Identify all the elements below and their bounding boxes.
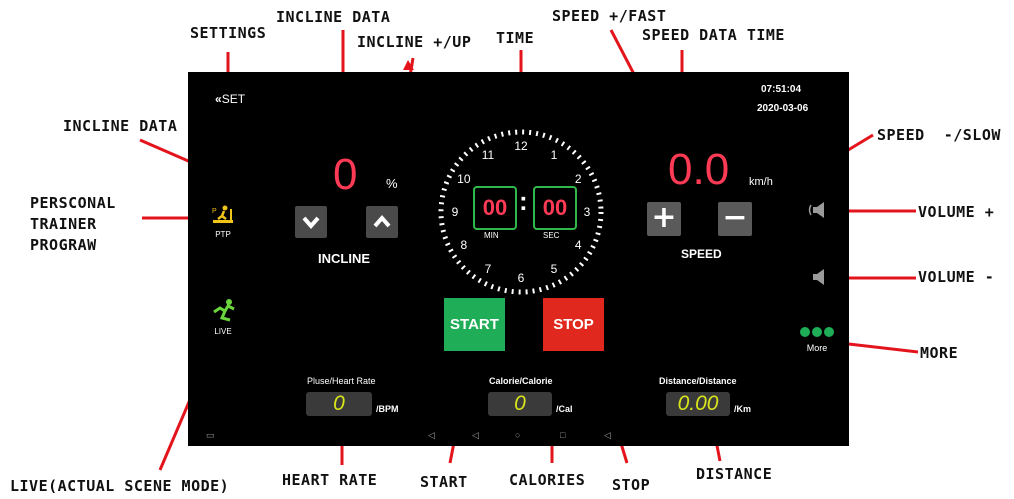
personal-trainer-line-1: PERSCONAL bbox=[30, 194, 116, 212]
volume-down-button[interactable] bbox=[808, 268, 830, 291]
live-mode-annotation: LIVE(ACTUAL SCENE MODE) bbox=[10, 477, 230, 495]
stop-button[interactable]: STOP bbox=[543, 298, 604, 351]
screenshot-icon[interactable]: ▭ bbox=[206, 430, 215, 441]
dial-number: 4 bbox=[575, 238, 582, 252]
distance-value: 0.00 bbox=[666, 392, 730, 416]
heart-rate-value: 0 bbox=[306, 392, 372, 416]
live-button[interactable]: LIVE bbox=[206, 298, 240, 336]
double-chevron-left-icon: « bbox=[215, 92, 222, 106]
settings-annotation: SETTINGS bbox=[190, 24, 267, 42]
volume-plus-annotation: VOLUME + bbox=[918, 203, 995, 221]
more-label: More bbox=[806, 343, 828, 353]
dial-number: 12 bbox=[514, 139, 528, 153]
speaker-loud-icon bbox=[808, 202, 824, 218]
incline-up-button[interactable] bbox=[366, 206, 398, 238]
speed-fast-annotation: SPEED +/FAST bbox=[552, 7, 667, 25]
clock-time: 07:51:04 bbox=[761, 84, 802, 95]
personal-trainer-line-3: PROGRAW bbox=[30, 236, 97, 254]
speed-minus-button[interactable]: − bbox=[718, 202, 752, 236]
speed-label: SPEED bbox=[681, 247, 722, 261]
dial-number: 10 bbox=[457, 172, 471, 186]
back-icon[interactable]: ◁ bbox=[472, 430, 479, 441]
heart-rate-unit: /BPM bbox=[376, 404, 399, 414]
dial-number: 8 bbox=[460, 238, 467, 252]
seconds-display: 00 bbox=[533, 186, 577, 230]
incline-data-annotation-top: INCLINE DATA bbox=[276, 8, 391, 26]
volume-icon[interactable]: ◁ bbox=[604, 430, 611, 441]
incline-down-button[interactable] bbox=[295, 206, 327, 238]
time-annotation: TIME bbox=[496, 29, 535, 47]
speed-plus-button[interactable]: + bbox=[647, 202, 681, 236]
chevron-up-icon bbox=[373, 214, 391, 228]
volume-minus-annotation: VOLUME - bbox=[918, 268, 995, 286]
dial-number: 11 bbox=[482, 148, 495, 162]
ptp-label: PTP bbox=[215, 230, 231, 239]
three-dots-icon bbox=[800, 327, 834, 337]
dial-number: 2 bbox=[575, 172, 582, 186]
treadmill-runner-icon: P bbox=[212, 205, 233, 223]
ptp-button[interactable]: P PTP bbox=[206, 205, 240, 239]
chevron-down-icon bbox=[302, 216, 320, 230]
calorie-title: Calorie/Calorie bbox=[489, 376, 553, 386]
running-person-icon bbox=[213, 299, 235, 322]
distance-annotation: DISTANCE bbox=[696, 465, 773, 483]
dial-number: 6 bbox=[518, 271, 525, 285]
calorie-value: 0 bbox=[488, 392, 552, 416]
calories-annotation: CALORIES bbox=[509, 471, 586, 489]
heart-rate-annotation: HEART RATE bbox=[282, 471, 378, 489]
settings-label: SET bbox=[221, 92, 246, 106]
volume-small-icon[interactable]: ◁ bbox=[428, 430, 435, 441]
speed-slow-annotation: SPEED -/SLOW bbox=[877, 126, 1001, 144]
distance-unit: /Km bbox=[734, 404, 752, 414]
incline-data-annotation-left: INCLINE DATA bbox=[63, 117, 178, 135]
personal-trainer-annotation: PERSCONAL TRAINER PROGRAW bbox=[30, 193, 116, 256]
dial-number: 1 bbox=[551, 148, 558, 162]
more-annotation: MORE bbox=[920, 344, 959, 362]
dial-number: 5 bbox=[551, 262, 558, 276]
speed-unit: km/h bbox=[749, 176, 773, 188]
speed-data-time-annotation: SPEED DATA TIME bbox=[642, 26, 785, 44]
speed-value: 0.0 bbox=[668, 145, 730, 194]
calorie-unit: /Cal bbox=[556, 404, 573, 414]
incline-unit: % bbox=[386, 176, 398, 191]
more-button[interactable]: More bbox=[797, 325, 837, 353]
stop-annotation: STOP bbox=[612, 476, 651, 494]
speaker-icon bbox=[813, 269, 824, 285]
home-icon[interactable]: ○ bbox=[515, 430, 520, 440]
start-button[interactable]: START bbox=[444, 298, 505, 351]
dial-number: 7 bbox=[485, 262, 492, 276]
heart-rate-title: Pluse/Heart Rate bbox=[307, 376, 376, 386]
min-label: MIN bbox=[484, 231, 499, 240]
incline-label: INCLINE bbox=[318, 251, 370, 266]
sec-label: SEC bbox=[543, 231, 560, 240]
date: 2020-03-06 bbox=[757, 103, 809, 114]
dial-number: 9 bbox=[452, 205, 459, 219]
svg-text:P: P bbox=[212, 208, 217, 215]
incline-up-annotation: INCLINE +/UP bbox=[357, 33, 472, 51]
timer-colon: : bbox=[519, 186, 528, 216]
incline-value: 0 bbox=[333, 150, 358, 199]
recents-icon[interactable]: □ bbox=[560, 430, 565, 440]
live-label: LIVE bbox=[214, 327, 232, 336]
start-annotation: START bbox=[420, 473, 468, 491]
minutes-display: 00 bbox=[473, 186, 517, 230]
settings-button[interactable]: «SET bbox=[215, 92, 245, 106]
personal-trainer-line-2: TRAINER bbox=[30, 215, 97, 233]
volume-up-button[interactable] bbox=[808, 201, 830, 224]
distance-title: Distance/Distance bbox=[659, 376, 737, 386]
dial-number: 3 bbox=[584, 205, 591, 219]
